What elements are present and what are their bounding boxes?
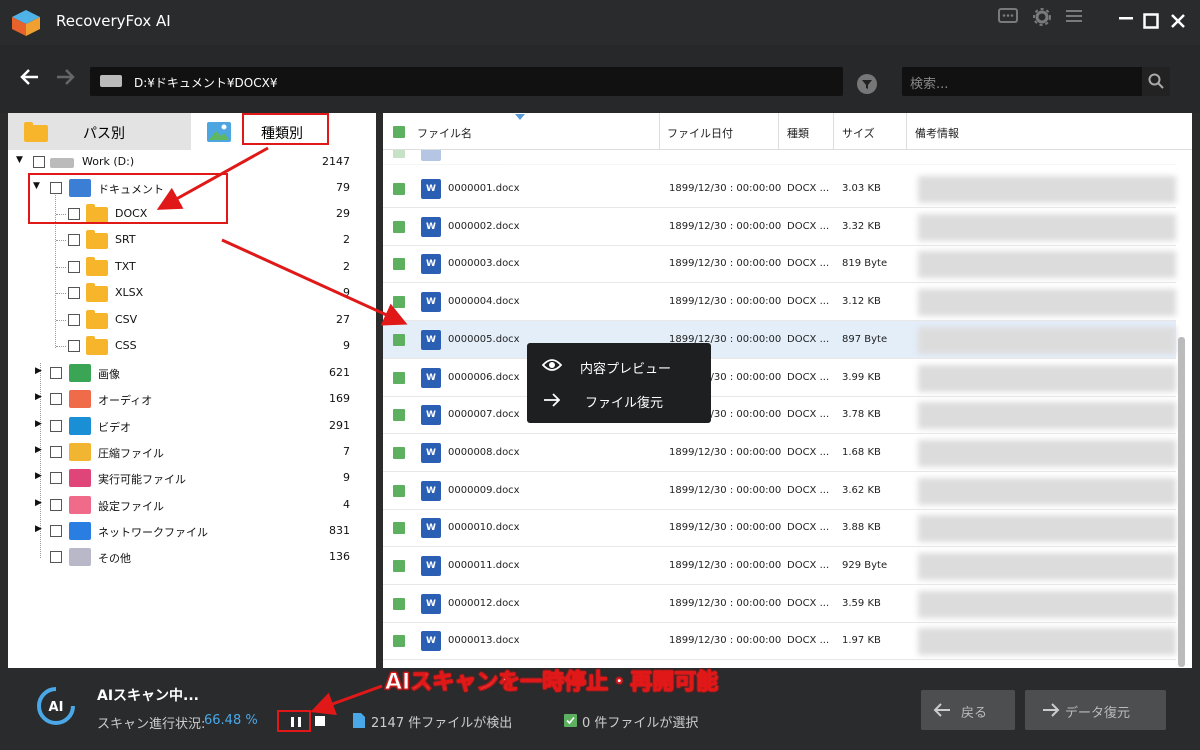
annotation-arrow: [156, 146, 269, 210]
annotation-arrow: [221, 238, 408, 326]
annotation-arrows: [156, 146, 408, 716]
annotation-arrow: [310, 684, 383, 716]
annotation-text: AIスキャンを一時停止・再開可能: [384, 670, 719, 696]
